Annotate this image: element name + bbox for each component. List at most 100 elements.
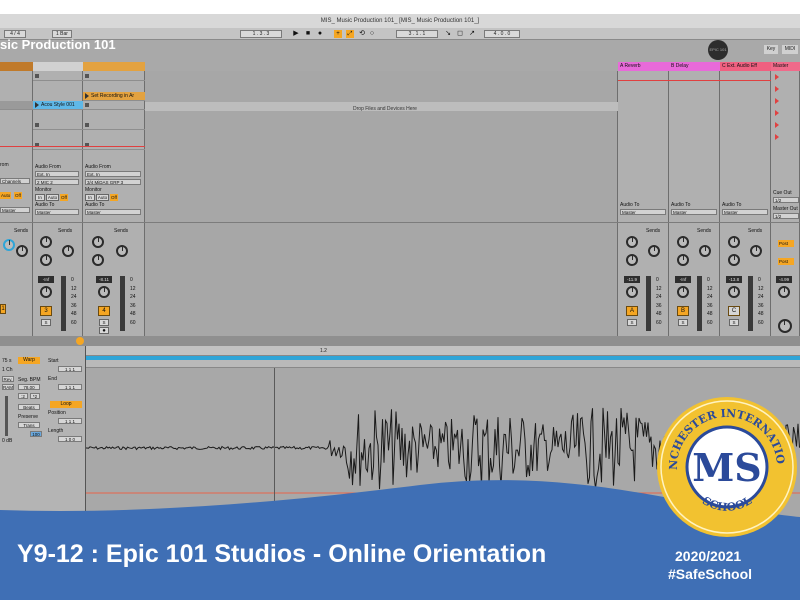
track-1-activator[interactable]: 1 [0, 304, 6, 314]
track-3-solo[interactable]: S [99, 319, 109, 326]
return-b-audio-to[interactable]: Master [671, 209, 717, 215]
track-2-volume[interactable]: -Inf [38, 276, 54, 283]
track-3-monitor-off[interactable]: Off [110, 194, 118, 201]
track-2-send-a-knob[interactable] [40, 236, 52, 248]
play-icon[interactable]: ▶ [292, 30, 300, 38]
return-a-send-knob[interactable] [648, 245, 660, 257]
track-2-solo[interactable]: S [41, 319, 51, 326]
position-field[interactable]: 1 1 1 [58, 418, 82, 424]
clip-slot[interactable] [33, 72, 83, 81]
clip-slot[interactable] [33, 121, 83, 130]
stop-slot-icon[interactable] [35, 74, 39, 78]
length-field[interactable]: 1 0 0 [58, 436, 82, 442]
master-pan-knob[interactable] [778, 286, 790, 298]
track-2-activator[interactable]: 3 [40, 306, 52, 316]
track-2-header[interactable] [33, 62, 83, 71]
track-1-send-knob[interactable] [3, 239, 15, 251]
track-1-audio-to[interactable]: Master [0, 207, 30, 213]
track-2-input-channel[interactable]: 2 MIC 2 [35, 179, 79, 185]
clip-play-icon[interactable] [35, 102, 39, 108]
return-c-activator[interactable]: C [728, 306, 740, 316]
key-map-button[interactable]: Key [764, 45, 778, 54]
arrangement-position[interactable]: 1 . 3 . 3 [240, 30, 282, 38]
return-a-header[interactable]: A Reverb [618, 62, 669, 71]
warp-marker-lane[interactable] [86, 360, 800, 368]
track-2-pan-knob[interactable] [40, 286, 52, 298]
track-2-monitor-off[interactable]: Off [60, 194, 68, 201]
scene-launch-icon[interactable] [775, 86, 779, 92]
track-3-monitor-auto[interactable]: Auto [96, 194, 109, 201]
return-b-header[interactable]: B Delay [669, 62, 720, 71]
punch-out-icon[interactable]: ↗ [468, 30, 476, 38]
track-3-arm[interactable]: ● [99, 327, 109, 334]
track-1-channels[interactable]: Channels [0, 178, 30, 184]
loop-switch-icon[interactable]: ⟲ [358, 30, 366, 38]
master-post-button[interactable]: Post [778, 240, 794, 247]
master-cue-knob[interactable] [778, 319, 792, 333]
return-b-send-knob[interactable] [699, 245, 711, 257]
bpm-double-button[interactable]: *2 [30, 393, 40, 399]
return-c-send-knob[interactable] [728, 236, 740, 248]
scene-launch-icon[interactable] [775, 110, 779, 116]
scene-launch-icon[interactable] [775, 74, 779, 80]
session-record-icon[interactable]: ○ [368, 30, 376, 38]
stop-slot-icon[interactable] [35, 123, 39, 127]
scene-launch-icon[interactable] [775, 122, 779, 128]
track-3-send-a-knob[interactable] [92, 236, 104, 248]
return-a-solo[interactable]: S [627, 319, 637, 326]
clip-gain-slider[interactable] [5, 396, 8, 436]
track-3-monitor-in[interactable]: In [85, 194, 95, 201]
time-ruler[interactable]: 1.2 [86, 346, 800, 356]
return-b-solo[interactable]: S [678, 319, 688, 326]
return-b-activator[interactable]: B [677, 306, 689, 316]
return-a-activator[interactable]: A [626, 306, 638, 316]
midi-map-button[interactable]: MIDI [782, 45, 798, 54]
warp-button[interactable]: Warp [18, 357, 40, 364]
return-b-send-knob[interactable] [677, 236, 689, 248]
loop-button[interactable]: Loop [50, 401, 82, 408]
track-3-audio-to[interactable]: Master [85, 209, 141, 215]
track-3-input-channel[interactable]: 3/4 MiDAS GRP 3 [85, 179, 141, 185]
return-c-send-knob[interactable] [728, 254, 740, 266]
track-2-monitor-auto[interactable]: Auto [46, 194, 59, 201]
master-volume[interactable]: -4.99 [776, 276, 792, 283]
track-3-send-b-knob[interactable] [116, 245, 128, 257]
warp-mode-select[interactable]: Beats [18, 404, 40, 410]
clip-slot[interactable] [0, 101, 33, 110]
end-field[interactable]: 1 1 1 [58, 384, 82, 390]
track-2-audio-to[interactable]: Master [35, 209, 79, 215]
scene-launch-icon[interactable] [775, 98, 779, 104]
return-c-volume[interactable]: -13.8 [726, 276, 742, 283]
track-2-monitor-in[interactable]: In [35, 194, 45, 201]
loop-icon[interactable]: ◻ [456, 30, 464, 38]
return-a-pan-knob[interactable] [626, 286, 638, 298]
master-header[interactable]: Master [771, 62, 800, 71]
return-a-audio-to[interactable]: Master [620, 209, 666, 215]
clip-gain-field[interactable]: 100 [30, 431, 42, 437]
track-1-off[interactable]: Off [14, 192, 22, 199]
track-3-activator[interactable]: 4 [98, 306, 110, 316]
return-c-header[interactable]: C Ext. Audio Eff [720, 62, 771, 71]
clip-play-icon[interactable] [85, 93, 89, 99]
bpm-half-button[interactable]: :2 [18, 393, 28, 399]
overdub-icon[interactable]: + [334, 30, 342, 38]
return-c-pan-knob[interactable] [728, 286, 740, 298]
stop-slot-icon[interactable] [85, 74, 89, 78]
cue-out-select[interactable]: 1/2 [773, 197, 799, 203]
track-2-send-c-knob[interactable] [40, 254, 52, 266]
clip-slot[interactable] [83, 72, 145, 81]
loop-start[interactable]: 3 . 1 . 1 [396, 30, 438, 38]
return-a-send-knob[interactable] [626, 236, 638, 248]
track-1-auto[interactable]: Auto [0, 192, 12, 199]
master-post-button[interactable]: Post [778, 258, 794, 265]
clip-slot[interactable] [83, 101, 145, 110]
return-b-pan-knob[interactable] [677, 286, 689, 298]
stop-slot-icon[interactable] [85, 123, 89, 127]
return-b-volume[interactable]: -Inf [675, 276, 691, 283]
acoustic-clip[interactable]: Acou Style 001 [33, 101, 83, 110]
track-3-pan-knob[interactable] [98, 286, 110, 298]
track-2-send-b-knob[interactable] [62, 245, 74, 257]
seg-bpm-field[interactable]: 78.00 [18, 384, 40, 390]
return-c-send-knob[interactable] [750, 245, 762, 257]
track-3-audio-from[interactable]: Ext. In [85, 171, 141, 177]
